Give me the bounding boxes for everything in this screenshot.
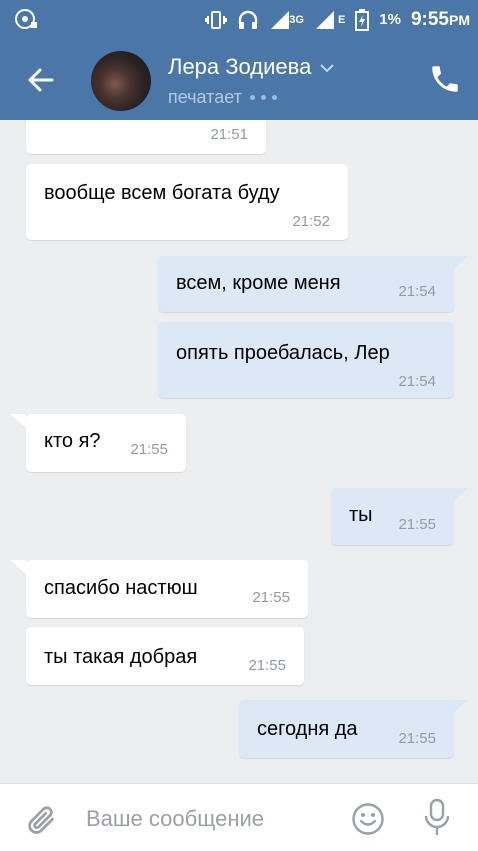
battery-level: 1%	[379, 11, 401, 28]
message-time: 21:54	[398, 283, 436, 300]
message-time: 21:55	[252, 589, 290, 606]
message-time: 21:55	[398, 730, 436, 747]
message-input[interactable]	[86, 804, 336, 834]
attach-button[interactable]	[24, 802, 60, 843]
bubble-tail	[10, 414, 26, 428]
contact-name-row[interactable]: Лера Зодиева	[168, 54, 335, 80]
message-bubble-outgoing[interactable]: ты 21:55	[331, 488, 454, 545]
message-bubble-incoming[interactable]: спасибо настюш 21:55	[26, 560, 308, 618]
message-text: всем, кроме меня	[176, 272, 341, 294]
message-time: 21:55	[248, 657, 286, 674]
battery-charging-icon	[355, 9, 370, 31]
message-bubble-incoming[interactable]: кто я? 21:55	[26, 414, 186, 472]
message-bubble-outgoing[interactable]: всем, кроме меня 21:54	[158, 256, 454, 312]
message-time: 21:51	[210, 126, 248, 143]
message-text: ты такая добрая	[44, 646, 198, 668]
message-composer	[0, 783, 478, 851]
vibrate-icon	[205, 11, 228, 29]
call-button[interactable]	[428, 62, 462, 96]
arrow-left-icon	[28, 68, 54, 92]
message-time: 21:55	[398, 516, 436, 533]
message-bubble-incoming[interactable]: 21:51	[26, 120, 266, 154]
message-bubble-incoming[interactable]: вообще всем богата буду 21:52	[26, 164, 348, 240]
message-bubble-incoming[interactable]: ты такая добрая 21:55	[26, 627, 304, 685]
emoji-button[interactable]	[351, 802, 385, 841]
message-text: сегодня да	[257, 718, 358, 740]
status-time: 9:55PM	[410, 9, 470, 30]
signal-icon	[271, 11, 290, 29]
contact-name: Лера Зодиева	[168, 54, 312, 79]
message-time: 21:54	[398, 373, 436, 390]
bubble-tail	[10, 560, 26, 574]
bubble-tail	[452, 700, 468, 714]
message-bubble-outgoing[interactable]: сегодня да 21:55	[239, 700, 454, 758]
message-text: спасибо настюш	[44, 577, 198, 599]
smiley-icon	[352, 803, 384, 835]
microphone-icon	[424, 798, 450, 835]
signal-icon-2	[315, 11, 334, 29]
message-text: кто я?	[44, 430, 101, 452]
network-type-label: 3G	[289, 14, 304, 26]
status-bar: 3G E 1% 9:55PM	[0, 0, 478, 40]
headphones-icon	[239, 10, 258, 29]
message-list[interactable]: 21:51 вообще всем богата буду 21:52 всем…	[0, 120, 478, 783]
bubble-tail	[452, 256, 468, 270]
back-button[interactable]	[22, 62, 62, 98]
microphone-button[interactable]	[424, 798, 450, 843]
message-time: 21:52	[292, 213, 330, 230]
typing-status-label: печатает	[168, 87, 242, 107]
message-text: опять проебалась, Лер	[176, 342, 390, 364]
message-bubble-outgoing[interactable]: опять проебалась, Лер 21:54	[158, 322, 454, 398]
paperclip-icon	[28, 806, 54, 834]
lte-label: E	[337, 14, 346, 26]
disc-notification-icon	[14, 8, 38, 35]
message-text: ты	[349, 504, 373, 526]
chat-header: Лера Зодиева печатает	[0, 40, 478, 120]
phone-icon	[432, 66, 458, 92]
typing-dots-icon	[249, 95, 277, 100]
message-text: вообще всем богата буду	[44, 182, 280, 204]
typing-status: печатает	[168, 87, 277, 108]
chevron-down-icon	[320, 64, 335, 73]
message-time: 21:55	[130, 441, 168, 458]
bubble-tail	[452, 488, 468, 502]
avatar[interactable]	[91, 51, 151, 111]
